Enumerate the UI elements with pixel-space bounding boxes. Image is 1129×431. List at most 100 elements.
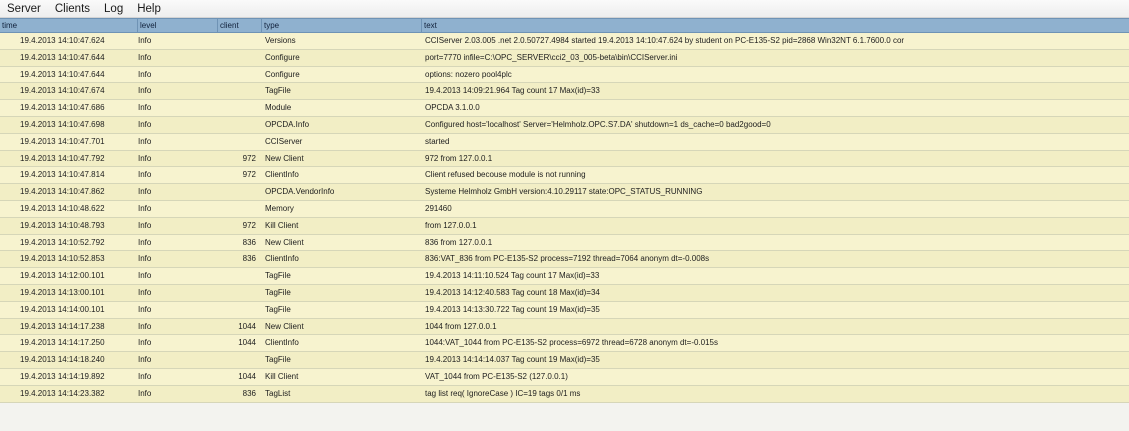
cell-level: Info xyxy=(138,271,152,281)
cell-client: 1044 xyxy=(238,338,256,348)
cell-text: OPCDA 3.1.0.0 xyxy=(425,103,480,113)
table-row[interactable]: 19.4.2013 14:10:47.701 Info CCIServer start… xyxy=(0,133,1129,151)
cell-text: tag list req( IgnoreCase ) IC=19 tags 0/… xyxy=(425,388,581,398)
cell-time: 19.4.2013 14:10:48.622 xyxy=(20,204,105,213)
cell-text: Configured host='localhost' Server='Helm… xyxy=(425,120,771,129)
table-row[interactable]: 19.4.2013 14:10:52.792 Info 836 New Client 8… xyxy=(0,234,1129,252)
table-row[interactable]: 19.4.2013 14:14:00.101 Info TagFile 19.4.20… xyxy=(0,301,1129,319)
cell-client xyxy=(182,268,258,284)
table-row[interactable]: 19.4.2013 14:10:52.853 Info 836 ClientInfo 8… xyxy=(0,251,1129,269)
table-row[interactable]: 19.4.2013 14:10:47.624 Info Versions CCISer… xyxy=(0,33,1129,50)
cell-type: New Client xyxy=(265,321,304,331)
cell-level: Info xyxy=(138,388,152,398)
cell-type: New Client xyxy=(265,153,304,163)
cell-level: Info xyxy=(138,304,152,314)
menu-server[interactable]: Server xyxy=(0,0,48,18)
cell-text: 972 from 127.0.0.1 xyxy=(425,153,493,163)
cell-type: Configure xyxy=(265,52,300,62)
cell-level: Info xyxy=(138,170,152,180)
cell-type: Configure xyxy=(265,69,300,79)
cell-time: 19.4.2013 14:10:47.698 xyxy=(20,120,105,129)
cell-type: TagFile xyxy=(265,304,291,314)
cell-time: 19.4.2013 14:14:18.240 xyxy=(20,355,105,365)
column-header-time[interactable]: time xyxy=(0,19,138,32)
cell-type: TagFile xyxy=(265,86,291,96)
cell-text: port=7770 infile=C:\OPC_SERVER\cci2_03_0… xyxy=(425,52,678,62)
cell-text: Systeme Helmholz GmbH version:4.10.29117… xyxy=(425,187,703,197)
cell-time: 19.4.2013 14:14:17.250 xyxy=(20,338,105,348)
cell-text: 836 from 127.0.0.1 xyxy=(425,237,493,247)
cell-time: 19.4.2013 14:14:17.238 xyxy=(20,321,105,331)
cell-type: New Client xyxy=(265,237,304,247)
cell-type: TagList xyxy=(265,388,291,398)
table-row[interactable]: 19.4.2013 14:10:47.814 Info 972 ClientInfo C… xyxy=(0,167,1129,185)
cell-text: 19.4.2013 14:12:40.583 Tag count 18 Max(… xyxy=(425,288,600,297)
table-row[interactable]: 19.4.2013 14:14:23.382 Info 836 TagList tag … xyxy=(0,385,1129,403)
cell-type: OPCDA.Info xyxy=(265,120,310,129)
cell-text: from 127.0.0.1 xyxy=(425,220,477,230)
cell-client xyxy=(182,285,258,301)
log-table-body[interactable]: 19.4.2013 14:10:47.624 Info Versions CCISer… xyxy=(0,33,1129,431)
cell-type: ClientInfo xyxy=(265,170,299,180)
cell-type: Kill Client xyxy=(265,220,299,230)
table-row[interactable]: 19.4.2013 14:10:47.792 Info 972 New Client 9… xyxy=(0,150,1129,168)
log-table-header: time level client type text xyxy=(0,18,1129,33)
cell-level: Info xyxy=(138,103,152,113)
column-header-level[interactable]: level xyxy=(138,19,218,32)
cell-time: 19.4.2013 14:10:47.644 xyxy=(20,52,105,62)
cell-text: 1044 from 127.0.0.1 xyxy=(425,321,497,331)
table-row[interactable]: 19.4.2013 14:14:17.250 Info 1044 ClientInfo… xyxy=(0,335,1129,353)
menu-help[interactable]: Help xyxy=(130,0,168,18)
column-header-type[interactable]: type xyxy=(262,19,422,32)
cell-level: Info xyxy=(138,338,152,348)
column-header-client[interactable]: client xyxy=(218,19,262,32)
cell-time: 19.4.2013 14:10:47.624 xyxy=(20,36,105,45)
cell-client xyxy=(182,50,258,66)
cell-type: TagFile xyxy=(265,355,291,365)
cell-client xyxy=(182,184,258,200)
table-row[interactable]: 19.4.2013 14:10:47.862 Info OPCDA.VendorIn… xyxy=(0,184,1129,201)
cell-client: 1044 xyxy=(238,321,256,331)
table-row[interactable]: 19.4.2013 14:14:19.892 Info 1044 Kill Clien… xyxy=(0,369,1129,386)
cell-time: 19.4.2013 14:10:47.814 xyxy=(20,170,105,180)
table-row[interactable]: 19.4.2013 14:13:00.101 Info TagFile 19.4.20… xyxy=(0,285,1129,302)
cell-text: VAT_1044 from PC-E135-S2 (127.0.0.1) xyxy=(425,372,568,381)
cell-text: Client refused becouse module is not run… xyxy=(425,170,586,180)
cell-type: CCIServer xyxy=(265,136,303,146)
cell-level: Info xyxy=(138,153,152,163)
table-row[interactable]: 19.4.2013 14:10:48.793 Info 972 Kill Client… xyxy=(0,217,1129,235)
table-row[interactable]: 19.4.2013 14:14:18.240 Info TagFile 19.4.20… xyxy=(0,352,1129,369)
cell-text: options: nozero pool4plc xyxy=(425,69,512,79)
cell-text: 291460 xyxy=(425,204,452,213)
cell-client xyxy=(182,201,258,217)
cell-type: ClientInfo xyxy=(265,338,299,348)
cell-time: 19.4.2013 14:12:00.101 xyxy=(20,271,105,281)
cell-time: 19.4.2013 14:10:47.686 xyxy=(20,103,105,113)
cell-time: 19.4.2013 14:10:47.644 xyxy=(20,69,105,79)
cell-level: Info xyxy=(138,86,152,96)
table-row[interactable]: 19.4.2013 14:12:00.101 Info TagFile 19.4.20… xyxy=(0,268,1129,285)
table-row[interactable]: 19.4.2013 14:10:47.686 Info Module OPCDA 3.… xyxy=(0,100,1129,117)
menu-log[interactable]: Log xyxy=(97,0,130,18)
cell-client: 836 xyxy=(242,388,256,398)
menu-clients[interactable]: Clients xyxy=(48,0,97,18)
cell-time: 19.4.2013 14:10:52.792 xyxy=(20,237,105,247)
cell-level: Info xyxy=(138,187,152,197)
cell-client: 972 xyxy=(242,220,256,230)
table-row[interactable]: 19.4.2013 14:10:47.644 Info Configure port=… xyxy=(0,49,1129,67)
cell-client: 1044 xyxy=(238,372,256,381)
column-header-text[interactable]: text xyxy=(422,19,1129,32)
cell-client xyxy=(182,302,258,318)
cell-time: 19.4.2013 14:14:23.382 xyxy=(20,388,105,398)
cell-text: 19.4.2013 14:13:30.722 Tag count 19 Max(… xyxy=(425,304,600,314)
cell-level: Info xyxy=(138,120,152,129)
table-row[interactable]: 19.4.2013 14:10:47.644 Info Configure optio… xyxy=(0,66,1129,84)
cell-type: TagFile xyxy=(265,288,291,297)
table-row[interactable]: 19.4.2013 14:10:48.622 Info Memory 291460 xyxy=(0,201,1129,218)
table-row[interactable]: 19.4.2013 14:10:47.698 Info OPCDA.Info Conf… xyxy=(0,117,1129,134)
cell-client xyxy=(182,83,258,99)
table-row[interactable]: 19.4.2013 14:10:47.674 Info TagFile 19.4.20… xyxy=(0,83,1129,101)
cell-level: Info xyxy=(138,69,152,79)
table-row[interactable]: 19.4.2013 14:14:17.238 Info 1044 New Client… xyxy=(0,318,1129,336)
cell-client xyxy=(182,33,258,49)
